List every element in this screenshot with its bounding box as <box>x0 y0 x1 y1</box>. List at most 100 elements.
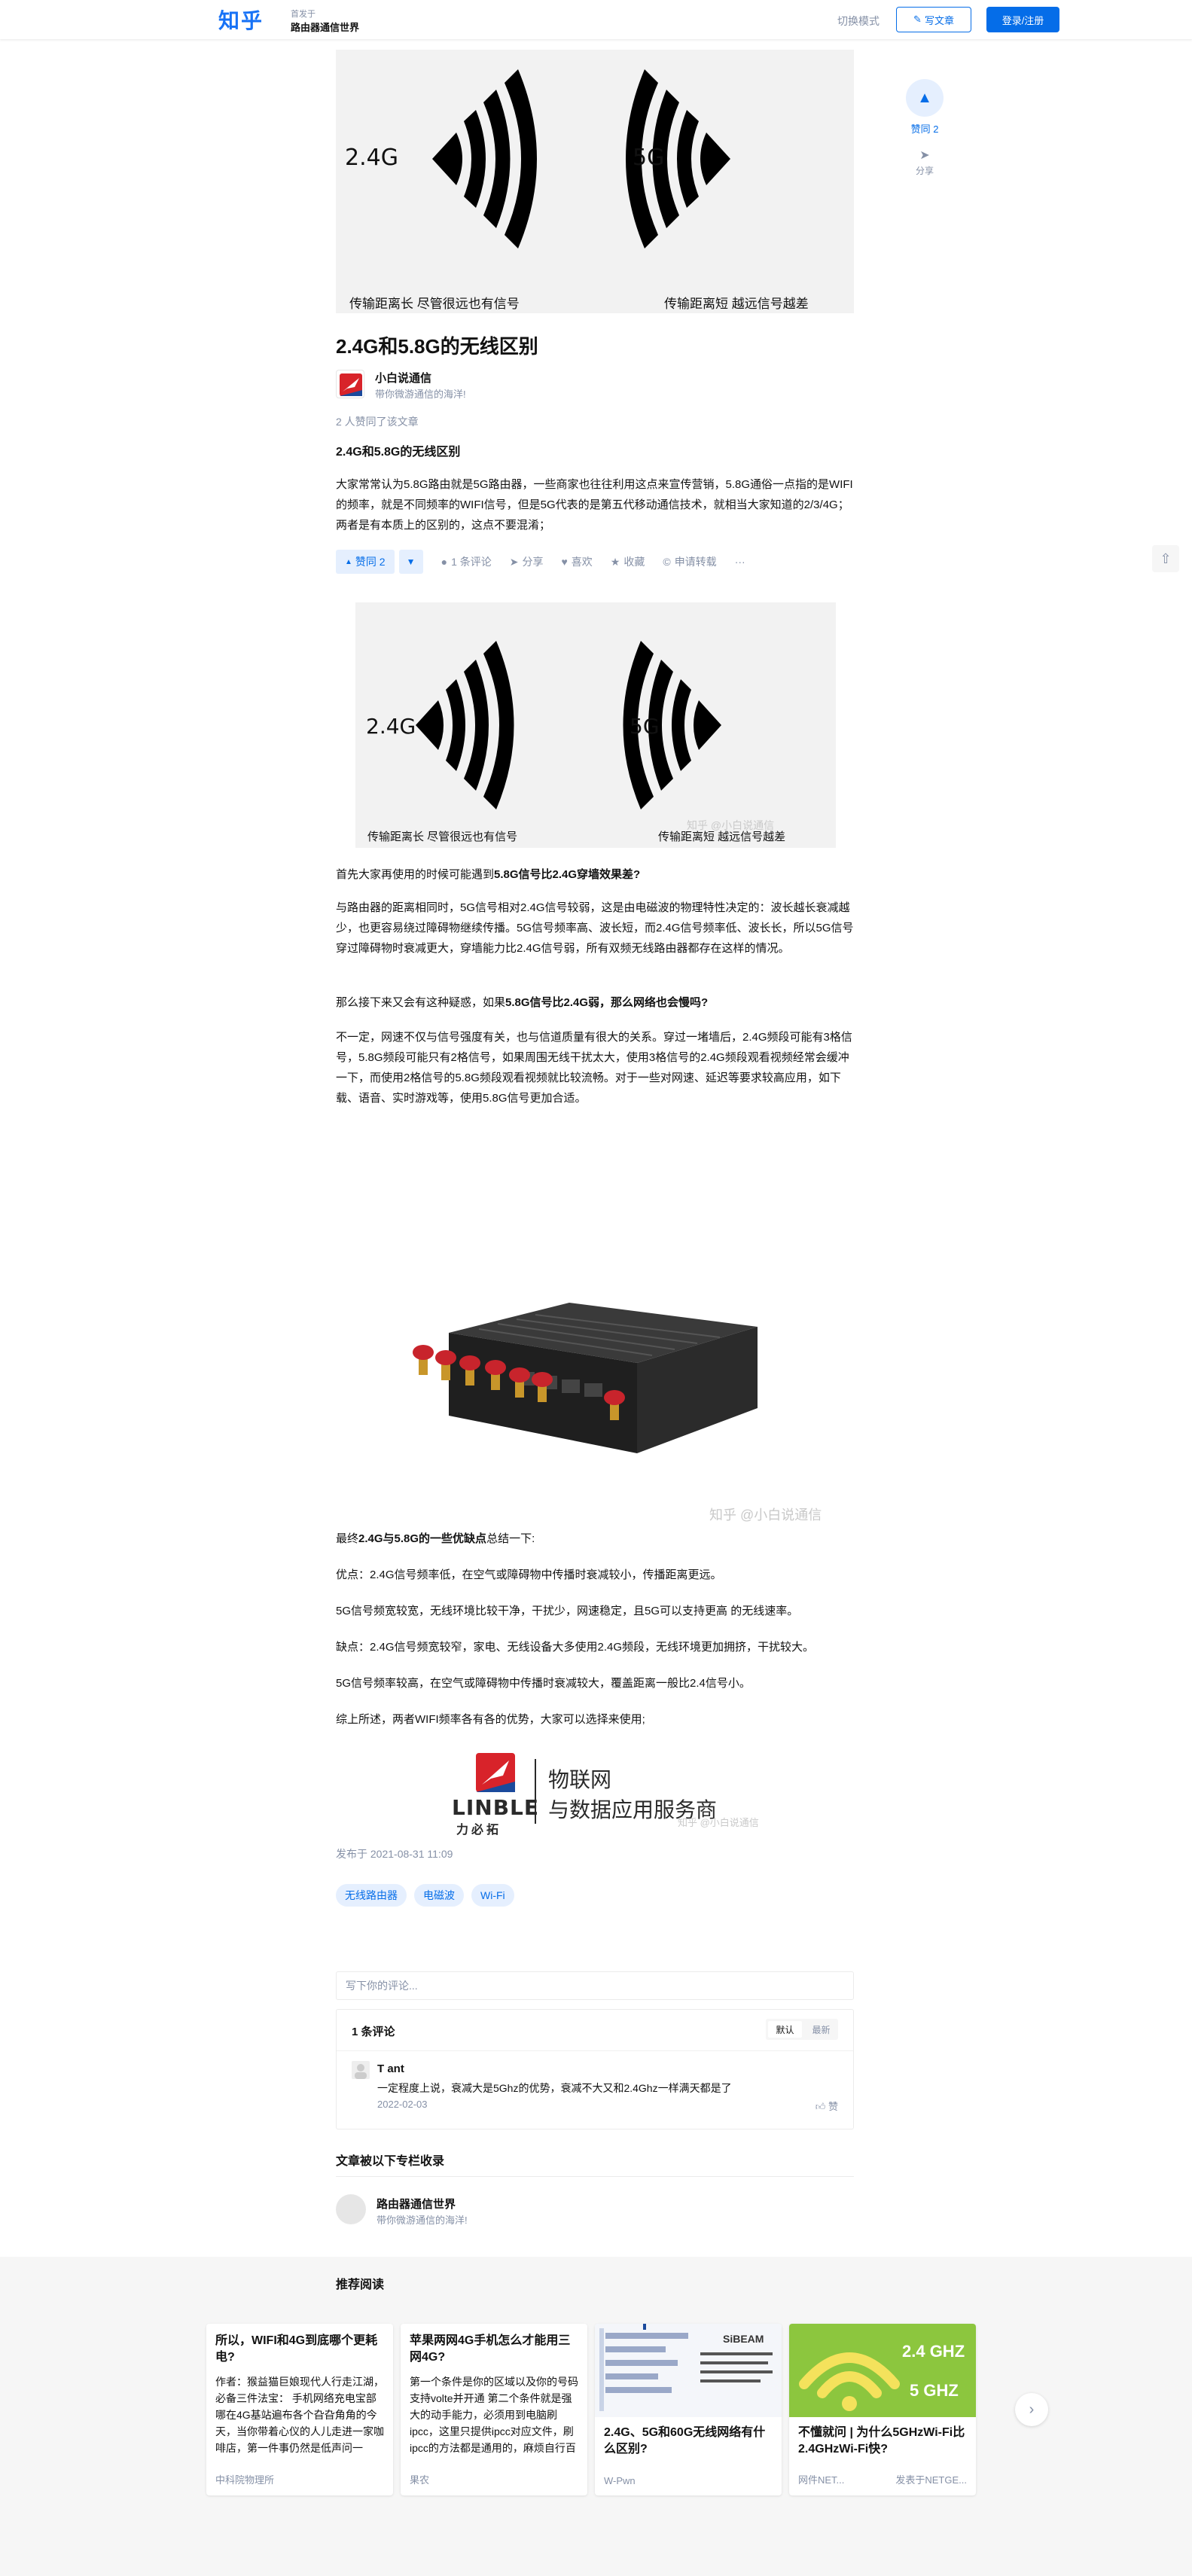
card-author[interactable]: 果农 <box>410 2472 429 2486</box>
question-2-paragraph: 那么接下来又会有这种疑惑，如果5.8G信号比2.4G弱，那么网络也会慢吗? <box>336 992 854 1013</box>
comments-action[interactable]: ● 1 条评论 <box>441 554 492 569</box>
wifi-icon <box>799 2352 900 2411</box>
downvote-button[interactable]: ▼ <box>398 550 423 574</box>
card-image: SiBEAM <box>595 2324 782 2417</box>
article-subhead: 2.4G和5.8G的无线区别 <box>336 446 461 459</box>
topic-tag[interactable]: Wi-Fi <box>471 1884 514 1907</box>
carousel-next-button[interactable]: › <box>1015 2393 1048 2426</box>
image-watermark: 知乎 @小白说通信 <box>678 1817 759 1828</box>
like-action[interactable]: ♥ 喜欢 <box>561 554 592 569</box>
explanation-paragraph: 与路由器的距离相同时，5G信号相对2.4G信号较弱，这是由电磁波的物理特性决定的… <box>336 901 854 955</box>
brand-name-cn: 力必拓 <box>456 1824 502 1837</box>
card-author-source[interactable]: 发表于NETGE... <box>895 2472 967 2486</box>
q1-text: 首先大家再使用的时候可能遇到 <box>336 868 495 881</box>
back-to-top-button[interactable]: ⇧ <box>1152 545 1179 572</box>
recommend-heading: 推荐阅读 <box>336 2279 385 2291</box>
card-author[interactable]: 中科院物理所 <box>215 2472 274 2486</box>
wifi-band-illustration <box>416 641 721 809</box>
comment-sort-switch: 默认 最新 <box>766 2019 838 2040</box>
comments-section: 1 条评论 默认 最新 T ant 一定程度上说，衰减大是5Ghz的优势，衰减不… <box>336 2009 854 2129</box>
card-excerpt: 作者：猴益猫巨娘现代人行走江湖，必备三件法宝： 手机网络充电宝部哪在4G基站遍布… <box>215 2376 384 2454</box>
card-author[interactable]: 网件NET... <box>798 2472 844 2486</box>
comment-date: 2022-02-03 <box>377 2099 428 2110</box>
topic-tag[interactable]: 电磁波 <box>414 1884 464 1907</box>
avatar[interactable] <box>352 2061 370 2079</box>
comments-action-label: 1 条评论 <box>451 556 492 568</box>
triangle-up-icon: ▲ <box>345 557 352 566</box>
upvote-label: 赞同 2 <box>355 556 386 568</box>
linble-logo-icon <box>476 1753 515 1792</box>
star-icon: ★ <box>610 555 620 568</box>
summary-bold: 2.4G与5.8G的一些优缺点 <box>358 1532 487 1545</box>
reprint-action[interactable]: © 申请转载 <box>663 554 716 569</box>
comment-user[interactable]: T ant <box>377 2062 404 2075</box>
title-image: 2.4G 5G 传输距离长 尽管很远也有信号 传输距离短 越远信号越差 <box>336 50 854 313</box>
thumbs-up-icon: 👍︎ <box>815 2101 826 2112</box>
q2-bold-text: 5.8G信号比2.4G弱，那么网络也会慢吗? <box>505 996 709 1009</box>
copyright-icon: © <box>663 556 671 568</box>
side-upvote-label: 赞同 2 <box>910 123 939 135</box>
triangle-down-icon: ▼ <box>406 556 416 567</box>
band-label-2g: 2.4G <box>345 145 398 171</box>
switch-mode-button[interactable]: 切换模式 <box>837 14 880 29</box>
included-column-name[interactable]: 路由器通信世界 <box>377 2196 456 2212</box>
side-upvote-button[interactable]: ▲ <box>906 79 944 117</box>
brand-tagline-1: 物联网 <box>548 1768 612 1791</box>
share-action[interactable]: ➤ 分享 <box>510 554 544 569</box>
side-actions: ▲ 赞同 2 ➤ 分享 <box>906 79 944 177</box>
caption-5g: 传输距离短 越远信号越差 <box>664 297 809 311</box>
router-image[interactable]: 知乎 @小白说通信 <box>336 1129 854 1523</box>
user-icon <box>355 2064 367 2079</box>
router-device-illustration <box>413 1303 758 1453</box>
reprint-action-label: 申请转载 <box>674 556 717 568</box>
card-excerpt: 第一个条件是你的区域以及你的号码支持volte并开通 第二个条件就是强大的动手能… <box>410 2376 578 2454</box>
paper-plane-icon[interactable]: ➤ <box>906 148 944 163</box>
sort-latest-tab[interactable]: 最新 <box>804 2019 838 2040</box>
paper-plane-icon: ➤ <box>509 555 519 568</box>
included-heading: 文章被以下专栏收录 <box>336 2155 445 2168</box>
recommend-card[interactable]: 苹果两网4G手机怎么才能用三网4G? 第一个条件是你的区域以及你的号码支持vol… <box>401 2324 587 2495</box>
company-logo-image[interactable]: LINBLE 力必拓 物联网 与数据应用服务商 知乎 @小白说通信 <box>452 1748 768 1837</box>
column-name-link[interactable]: 路由器通信世界 <box>291 20 359 34</box>
login-button[interactable]: 登录/注册 <box>986 7 1059 32</box>
comment-like-label: 赞 <box>828 2101 838 2112</box>
brand-divider <box>535 1759 536 1824</box>
more-action[interactable]: ··· <box>735 556 745 568</box>
card-author[interactable]: W-Pwn <box>604 2475 636 2486</box>
answer-paragraph: 不一定，网速不仅与信号强度有关，也与信道质量有很大的关系。穿过一堵墙后，2.4G… <box>336 1031 852 1105</box>
card-image-text-2: 5 GHZ <box>910 2381 959 2400</box>
write-article-button[interactable]: ✎ 写文章 <box>896 7 971 32</box>
comment-icon: ● <box>441 556 448 568</box>
top-bar: 知乎 首发于 路由器通信世界 切换模式 ✎ 写文章 登录/注册 <box>0 0 1192 39</box>
image-watermark: 知乎 @小白说通信 <box>687 819 775 831</box>
zhihu-logo[interactable]: 知乎 <box>218 5 264 35</box>
topic-tags: 无线路由器 电磁波 Wi-Fi <box>336 1884 514 1907</box>
comment-text: 一定程度上说，衰减大是5Ghz的优势，衰减不大又和2.4Ghz一样满天都是了 <box>377 2082 732 2094</box>
topic-tag[interactable]: 无线路由器 <box>336 1884 407 1907</box>
inline-wifi-image[interactable]: 2.4G 5G 传输距离长 尽管很远也有信号 传输距离短 越远信号越差 知乎 @… <box>355 602 836 848</box>
publish-time: 发布于 2021-08-31 11:09 <box>336 1848 453 1860</box>
edit-icon: ✎ <box>913 14 922 25</box>
comment-input[interactable]: 写下你的评论... <box>336 1971 854 2000</box>
recommend-card[interactable]: 2.4 GHZ 5 GHZ 不懂就问 | 为什么5GHzWi-Fi比2.4GHz… <box>789 2324 976 2495</box>
author-name[interactable]: 小白说通信 <box>375 370 431 386</box>
recommend-card[interactable]: SiBEAM 2.4G、5G和60G无线网络有什么区别? W-Pwn <box>595 2324 782 2495</box>
q2-text: 那么接下来又会有这种疑惑，如果 <box>336 996 506 1009</box>
upvote-button[interactable]: ▲ 赞同 2 <box>336 550 395 574</box>
card-image-brand: SiBEAM <box>723 2333 764 2345</box>
column-avatar[interactable] <box>336 2194 366 2224</box>
upvote-summary[interactable]: 2 人赞同了该文章 <box>336 414 854 429</box>
cons-paragraph-2: 5G信号频率较高，在空气或障碍物中传播时衰减较大，覆盖距离一般比2.4信号小。 <box>336 1677 751 1690</box>
author-avatar[interactable] <box>336 370 364 398</box>
caption-2g: 传输距离长 尽管很远也有信号 <box>367 831 518 843</box>
triangle-up-icon: ▲ <box>917 89 932 106</box>
card-title: 苹果两网4G手机怎么才能用三网4G? <box>410 2334 571 2364</box>
collect-action-label: 收藏 <box>623 556 645 568</box>
author-row: 小白说通信 带你微游通信的海洋! <box>336 370 854 403</box>
card-image-text-1: 2.4 GHZ <box>902 2342 965 2361</box>
collect-action[interactable]: ★ 收藏 <box>611 554 645 569</box>
sort-default-tab[interactable]: 默认 <box>768 2021 802 2038</box>
recommend-card[interactable]: 所以，WIFI和4G到底哪个更耗电? 作者：猴益猫巨娘现代人行走江湖，必备三件法… <box>206 2324 393 2495</box>
comment-like-button[interactable]: 👍︎ 赞 <box>815 2099 838 2113</box>
heart-icon: ♥ <box>561 556 568 568</box>
